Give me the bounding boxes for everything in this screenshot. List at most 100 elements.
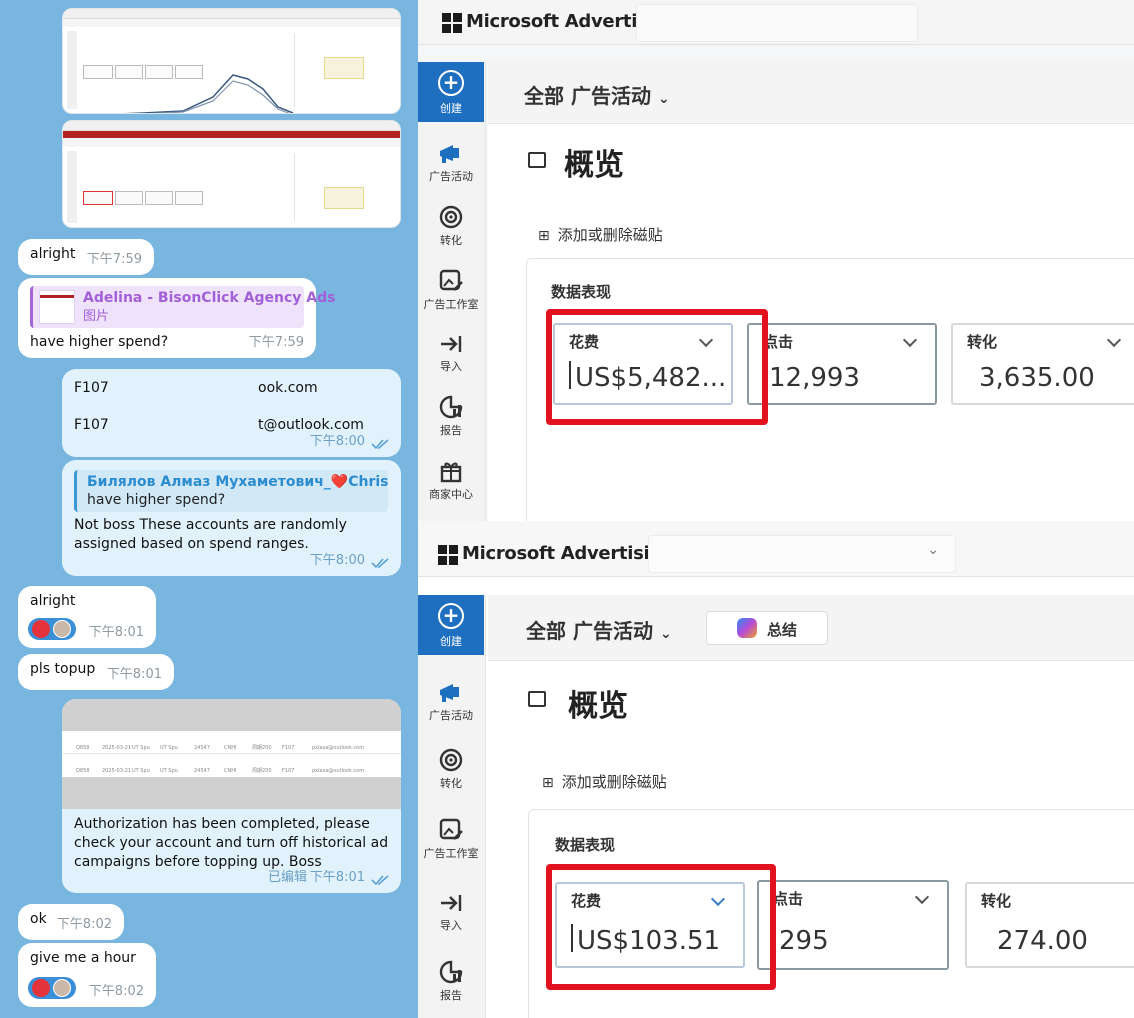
nav-label: 转化 [440,777,462,790]
chevron-down-icon: ⌄ [657,91,670,107]
nav-ad-studio[interactable]: 广告工作室 [418,268,484,312]
left-nav: + 创建 广告活动 转化 广告工作室 导入 报告 [418,595,486,1018]
copilot-icon [737,618,757,638]
message-time: 下午8:01 [88,625,144,640]
chevron-down-icon [914,889,930,905]
mini-right-panel [294,153,394,221]
reaction-badge[interactable] [28,977,76,999]
message-text: ok [30,911,47,927]
campaign-filter[interactable]: 全部 广告活动 ⌄ [526,615,672,644]
add-remove-tiles-link[interactable]: ⊞ 添加或删除磁贴 [538,224,663,245]
edited-label: 已编辑 [267,870,307,885]
table-screenshot[interactable]: Q858 2025-03-21 UT Spu UT Spu 24547 CNHI… [62,699,401,809]
ads-screenshot-2: Microsoft Advertising ⌄ + 创建 广告活动 转化 广告工… [418,521,1134,1018]
message-text: have higher spend? [30,334,169,350]
incoming-message[interactable]: ok 下午8:02 [18,904,124,940]
plus-icon: + [438,603,464,629]
incoming-message[interactable]: give me a hour 下午8:02 [18,943,156,1007]
filter-bar: 全部 广告活动 ⌄ [488,62,1134,124]
cell: UT Spu [132,768,150,774]
nav-import[interactable]: 导入 [418,891,484,933]
create-button[interactable]: + 创建 [418,62,484,122]
cell: 周期200 [252,768,272,774]
nav-ad-studio[interactable]: 广告工作室 [418,817,484,861]
nav-import[interactable]: 导入 [418,332,484,374]
double-check-icon [371,439,389,450]
chevron-down-icon: ⌄ [927,542,939,558]
metric-tile-clicks[interactable]: 点击 12,993 [747,323,937,405]
nav-label: 广告工作室 [423,298,479,311]
reaction-badge[interactable] [28,618,76,640]
ads-topbar: Microsoft Advertising ⌄ [418,521,1134,577]
metric-tile-conversions[interactable]: 转化 274.00 [965,882,1134,968]
cell: UT Spu [160,768,178,774]
nav-merchant-center[interactable]: 商家中心 [418,458,484,502]
import-icon [441,895,462,911]
copilot-summary-button[interactable]: 总结 [706,611,828,645]
message-time: 下午8:00 [309,434,365,449]
incoming-message[interactable]: alright 下午8:01 [18,586,156,648]
metric-value: 12,993 [769,363,860,393]
import-icon [441,336,462,352]
reply-quote[interactable]: Adelina - BisonClick Agency Ads 图片 [30,286,335,328]
table-screenshot-rows: Q858 2025-03-21 UT Spu UT Spu 24547 CNHI… [62,731,401,777]
ads-screenshot-1: Microsoft Advertising + 创建 广告活动 转化 广告工作室… [418,0,1134,521]
mini-window-bar [63,121,400,131]
image-message-thumbnail-1[interactable] [62,8,401,114]
metric-tile-conversions[interactable]: 转化 3,635.00 [951,323,1134,405]
report-icon [439,395,463,419]
double-check-icon [371,875,389,886]
left-nav: + 创建 广告活动 转化 广告工作室 导入 报告 商家中心 [418,62,486,521]
tiles-link-label: 添加或删除磁贴 [557,226,663,244]
nav-label: 导入 [440,360,462,373]
reply-quote[interactable]: Билялов Алмаз Мухаметович_❤️Chris have h… [74,470,389,512]
double-check-icon [371,558,389,569]
account-selector[interactable] [636,4,918,42]
metric-label: 转化 [981,892,1012,910]
page-title: 概览 [568,689,628,724]
nav-conversions[interactable]: 转化 [418,204,484,248]
mini-screenshot [63,27,400,113]
message-time: 下午8:01 [309,870,365,885]
collapse-panel-icon[interactable] [528,152,546,168]
collapse-panel-icon[interactable] [528,691,546,707]
nav-reports[interactable]: 报告 [418,394,484,438]
mini-promo-card [324,57,364,79]
chevron-down-icon [902,332,918,348]
message-text: Not boss These accounts are randomly ass… [74,517,347,552]
microsoft-logo-icon [438,545,458,565]
quote-text: have higher spend? [87,492,226,508]
outgoing-reply-message[interactable]: Билялов Алмаз Мухаметович_❤️Chris have h… [62,460,401,576]
section-label: 数据表现 [551,283,612,301]
account-selector[interactable]: ⌄ [648,535,956,573]
mini-clicks-tile [115,191,143,205]
incoming-reply-message[interactable]: Adelina - BisonClick Agency Ads 图片 have … [18,278,335,358]
message-time: 下午8:00 [309,553,365,568]
message-time: 下午8:02 [56,917,112,932]
metric-value: 3,635.00 [979,363,1095,393]
incoming-message[interactable]: alright 下午7:59 [18,239,154,275]
target-icon [439,748,463,772]
cell: pxlasa@outlook.com [312,768,365,774]
add-remove-tiles-link[interactable]: ⊞ 添加或删除磁贴 [542,771,667,792]
mini-promo-card [324,187,364,209]
nav-campaigns[interactable]: 广告活动 [418,142,484,184]
nav-conversions[interactable]: 转化 [418,747,484,791]
nav-reports[interactable]: 报告 [418,959,484,1003]
summary-label: 总结 [767,621,798,639]
image-message-thumbnail-2[interactable] [62,120,401,228]
campaign-filter[interactable]: 全部 广告活动 ⌄ [524,80,670,109]
incoming-message[interactable]: pls topup 下午8:01 [18,654,174,690]
heart-icon [32,620,50,638]
mini-red-banner [63,131,400,138]
outgoing-image-message[interactable]: Q858 2025-03-21 UT Spu UT Spu 24547 CNHI… [62,699,401,893]
table-row: Q858 2025-03-21 UT Spu UT Spu 24547 CNHI… [62,754,401,777]
metric-tile-clicks[interactable]: 点击 295 [757,880,949,970]
quote-thumbnail [39,290,75,324]
create-button[interactable]: + 创建 [418,595,484,655]
outgoing-message[interactable]: F107 ook.com F107 t@outlook.com 下午8:00 [62,369,401,457]
nav-campaigns[interactable]: 广告活动 [418,681,484,723]
create-label: 创建 [440,635,462,648]
target-icon [439,205,463,229]
nav-label: 转化 [440,234,462,247]
